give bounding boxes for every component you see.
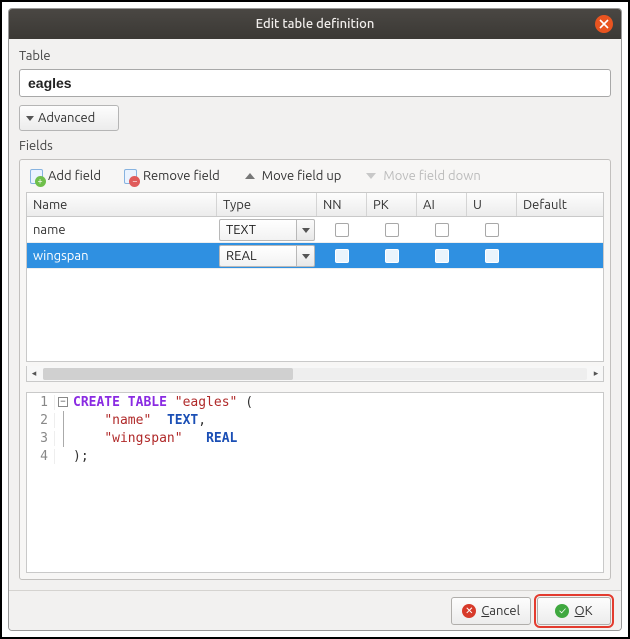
grid-header: Name Type NN PK AI U Default	[27, 193, 603, 217]
add-field-label: Add field	[48, 169, 101, 183]
checkbox[interactable]	[435, 249, 449, 263]
col-nn[interactable]: NN	[317, 193, 367, 216]
sql-line-3: "wingspan" REAL	[71, 431, 237, 446]
cell-pk[interactable]	[367, 217, 417, 243]
move-field-up-button[interactable]: Move field up	[242, 168, 342, 184]
gutter: 4	[27, 449, 55, 464]
chevron-down-icon	[302, 228, 310, 233]
checkbox[interactable]	[385, 249, 399, 263]
chevron-down-icon	[26, 116, 34, 121]
scroll-right-icon[interactable]: ▸	[589, 367, 603, 381]
cancel-button[interactable]: ✕ Cancel	[451, 597, 531, 625]
remove-field-label: Remove field	[143, 169, 220, 183]
add-field-button[interactable]: + Add field	[28, 168, 101, 184]
advanced-button[interactable]: Advanced	[19, 105, 119, 131]
fold-icon[interactable]: −	[55, 397, 71, 407]
scroll-thumb[interactable]	[43, 368, 293, 380]
window-title: Edit table definition	[256, 17, 375, 31]
cell-ai[interactable]	[417, 243, 467, 269]
chevron-down-icon	[302, 254, 310, 259]
type-select[interactable]: REAL	[219, 245, 297, 267]
remove-field-icon: −	[123, 168, 139, 184]
arrow-up-icon	[242, 168, 258, 184]
fields-toolbar: + Add field − Remove field Move field up…	[26, 166, 604, 188]
type-dropdown-button[interactable]	[297, 219, 315, 241]
scroll-track[interactable]	[43, 368, 587, 380]
arrow-down-icon	[363, 168, 379, 184]
col-u[interactable]: U	[467, 193, 517, 216]
col-ai[interactable]: AI	[417, 193, 467, 216]
cell-pk[interactable]	[367, 243, 417, 269]
ok-button[interactable]: ✓ OK	[537, 597, 611, 625]
remove-field-button[interactable]: − Remove field	[123, 168, 220, 184]
checkbox[interactable]	[485, 223, 499, 237]
cell-u[interactable]	[467, 243, 517, 269]
cancel-icon: ✕	[462, 604, 476, 618]
fields-grid: Name Type NN PK AI U Default nameTEXTwin…	[26, 192, 604, 362]
add-field-icon: +	[28, 168, 44, 184]
cell-name[interactable]: name	[27, 217, 217, 243]
close-button[interactable]	[595, 15, 613, 33]
move-field-down-button: Move field down	[363, 168, 480, 184]
cell-type[interactable]: REAL	[217, 243, 317, 269]
cell-default[interactable]	[517, 243, 603, 269]
checkbox[interactable]	[335, 249, 349, 263]
cell-ai[interactable]	[417, 217, 467, 243]
advanced-label: Advanced	[38, 111, 95, 125]
ok-icon: ✓	[555, 604, 569, 618]
cancel-label: Cancel	[481, 604, 520, 618]
cell-type[interactable]: TEXT	[217, 217, 317, 243]
gutter: 2	[27, 413, 55, 428]
move-up-label: Move field up	[262, 169, 342, 183]
sql-line-2: "name" TEXT,	[71, 413, 206, 428]
grid-h-scrollbar[interactable]: ◂ ▸	[26, 366, 604, 382]
checkbox[interactable]	[485, 249, 499, 263]
cell-default[interactable]	[517, 217, 603, 243]
table-row[interactable]: nameTEXT	[27, 217, 603, 243]
table-row[interactable]: wingspanREAL	[27, 243, 603, 269]
checkbox[interactable]	[435, 223, 449, 237]
titlebar: Edit table definition	[9, 9, 621, 39]
gutter: 1	[27, 395, 55, 410]
checkbox[interactable]	[385, 223, 399, 237]
type-select[interactable]: TEXT	[219, 219, 297, 241]
col-type[interactable]: Type	[217, 193, 317, 216]
move-down-label: Move field down	[383, 169, 480, 183]
cell-name[interactable]: wingspan	[27, 243, 217, 269]
sql-preview: 1 − CREATE TABLE "eagles" ( 2 "name" TEX…	[26, 392, 604, 573]
close-icon	[599, 19, 609, 29]
col-pk[interactable]: PK	[367, 193, 417, 216]
col-name[interactable]: Name	[27, 193, 217, 216]
type-dropdown-button[interactable]	[297, 245, 315, 267]
scroll-left-icon[interactable]: ◂	[27, 367, 41, 381]
sql-line-4: );	[71, 449, 89, 464]
sql-line-1: CREATE TABLE "eagles" (	[71, 395, 253, 410]
checkbox[interactable]	[335, 223, 349, 237]
fields-label: Fields	[19, 139, 611, 153]
table-name-input[interactable]	[19, 69, 611, 97]
table-label: Table	[19, 49, 611, 63]
cell-u[interactable]	[467, 217, 517, 243]
cell-nn[interactable]	[317, 243, 367, 269]
col-default[interactable]: Default	[517, 193, 603, 216]
ok-label: OK	[574, 604, 592, 618]
dialog-footer: ✕ Cancel ✓ OK	[9, 590, 621, 630]
gutter: 3	[27, 431, 55, 446]
fields-panel: + Add field − Remove field Move field up…	[19, 159, 611, 580]
cell-nn[interactable]	[317, 217, 367, 243]
